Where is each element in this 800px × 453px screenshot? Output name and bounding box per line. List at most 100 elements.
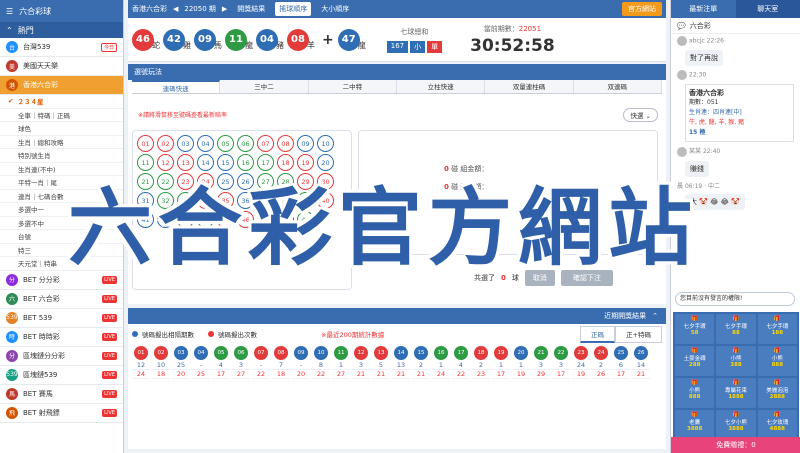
number-ball-button[interactable]: 09: [297, 135, 314, 152]
menu-icon[interactable]: ☰: [6, 7, 13, 16]
gift-item[interactable]: 🎁 美麗泡泡 2888: [757, 378, 797, 408]
recent-column: 26 14 21: [632, 346, 650, 379]
number-ball-button[interactable]: 12: [157, 154, 174, 171]
countdown-block: 當前期數：22051 30:52:58: [470, 24, 555, 56]
number-ball-button[interactable]: 11: [137, 154, 154, 171]
game-icon: 分: [6, 349, 18, 362]
sidebar-item-live[interactable]: 539 區塊鏈539 LIVE: [0, 366, 123, 385]
shared-bet-card[interactable]: 香港六合彩 期數：051 生肖連：四肖連[中] 牛, 虎, 龍, 羊, 猴, 豬…: [685, 84, 794, 142]
chevron-up-icon: ⌃: [652, 312, 658, 320]
number-ball-button[interactable]: 05: [217, 135, 234, 152]
gap-value: 3: [352, 361, 370, 370]
sidebar-item-live[interactable]: 分區塊鏈分分彩 LIVE: [0, 347, 123, 366]
number-ball-button[interactable]: 06: [237, 135, 254, 152]
tab-size-order[interactable]: 大小順序: [317, 2, 353, 16]
recent-ball: 14: [394, 346, 408, 360]
play-tab[interactable]: 双量連柱碼: [485, 80, 574, 93]
number-ball-button[interactable]: 13: [177, 154, 194, 171]
gift-item[interactable]: 🎁 小熊 888: [757, 346, 797, 376]
sidebar-sub-item[interactable]: 球色: [0, 122, 123, 136]
sidebar-sub-item[interactable]: 生肖｜總和攻略: [0, 136, 123, 149]
sidebar-item-live[interactable]: 六 BET 六合彩 LIVE: [0, 290, 123, 309]
number-ball-button[interactable]: 15: [217, 154, 234, 171]
number-ball-button[interactable]: 04: [197, 135, 214, 152]
gift-item[interactable]: 🎁 七夕手環 188: [757, 314, 797, 344]
number-ball-button[interactable]: 01: [137, 135, 154, 152]
gift-item[interactable]: 🎁 專屬花束 1888: [716, 378, 756, 408]
sidebar-hot-header[interactable]: ⌃ 熱門: [0, 22, 123, 38]
gift-item[interactable]: 🎁 七夕手環 88: [716, 314, 756, 344]
gift-item[interactable]: 🎁 七夕手環 58: [675, 314, 715, 344]
number-ball-button[interactable]: 07: [257, 135, 274, 152]
chat-bubble: 對了再說: [685, 50, 723, 66]
recent-column: 23 24 19: [572, 346, 590, 379]
sidebar-sub-item[interactable]: 特別號生肖: [0, 149, 123, 163]
sidebar-item-hk-marksix[interactable]: 港 香港六合彩: [0, 76, 123, 95]
tab-normal-numbers[interactable]: 正碼: [580, 325, 616, 343]
prev-period-icon[interactable]: ◀: [173, 5, 178, 13]
sidebar-sub-item[interactable]: 全車｜特碼｜正碼: [0, 109, 123, 122]
chat-room-bar: 💬 六合彩: [671, 18, 800, 34]
sidebar-sub-current[interactable]: ✔ ２３４星: [0, 95, 123, 109]
play-tab[interactable]: 三中二: [220, 80, 309, 93]
sidebar-item-live[interactable]: 539 BET 539 LIVE: [0, 309, 123, 328]
recent-column: 03 25 20: [172, 346, 190, 379]
official-site-button[interactable]: 官方網站: [622, 2, 662, 16]
gap-value: 14: [632, 361, 650, 370]
live-badge: LIVE: [102, 332, 117, 341]
number-ball-button[interactable]: 10: [317, 135, 334, 152]
play-tab[interactable]: 立柱快速: [396, 80, 486, 93]
sidebar-item-live[interactable]: 馬 BET 賽馬 LIVE: [0, 385, 123, 404]
sidebar-sub-item[interactable]: 生肖連(不中): [0, 163, 123, 176]
recent-column: 22 3 17: [552, 346, 570, 379]
quick-select-dropdown[interactable]: 快選 ⌄: [623, 108, 658, 122]
recent-column: 08 7 18: [272, 346, 290, 379]
recent-grid: 01 12 24 02 10 18 03 25 20 04-25 05 4 17 06 3 27 07-22 08…: [132, 346, 662, 379]
current-period: 22051: [518, 24, 542, 33]
recent-column: 16 1 24: [432, 346, 450, 379]
sidebar-item-live[interactable]: 飛 BET 射飛鏢 LIVE: [0, 404, 123, 423]
tab-normal-special[interactable]: 正+特碼: [615, 325, 662, 343]
play-tab[interactable]: 二中特: [308, 80, 397, 93]
tab-draw-order[interactable]: 搖球順序: [275, 2, 312, 16]
live-badge: LIVE: [102, 408, 117, 417]
recent-results-header[interactable]: 近期開獎結果 ⌃: [128, 308, 666, 324]
sidebar-item-taiwan539[interactable]: 台 台灣539 今日: [0, 38, 123, 57]
avatar: [677, 70, 687, 80]
free-gift-bar[interactable]: 免費贈禮：0: [671, 437, 800, 453]
play-tab[interactable]: 双連碼: [573, 80, 662, 93]
number-ball-button[interactable]: 19: [297, 154, 314, 171]
size-value: 小: [410, 40, 426, 53]
number-ball-button[interactable]: 02: [157, 135, 174, 152]
number-ball-button[interactable]: 18: [277, 154, 294, 171]
gift-item[interactable]: 🎁 小熊 888: [675, 378, 715, 408]
play-tab[interactable]: 連碼快速: [132, 80, 221, 93]
gift-item[interactable]: 🎁 老鷹 3888: [675, 410, 715, 440]
sidebar-item-usa-daily[interactable]: 美 美國天天樂: [0, 57, 123, 76]
sidebar-item-label: BET 分分彩: [23, 275, 60, 284]
gift-item[interactable]: 🎁 七夕玫瑰 4888: [757, 410, 797, 440]
result-ball: 04 豬: [256, 28, 284, 51]
number-ball-button[interactable]: 03: [177, 135, 194, 152]
tab-chat-room[interactable]: 聊天室: [735, 0, 800, 18]
gift-item[interactable]: 🎁 土豪金磚 288: [675, 346, 715, 376]
number-ball-button[interactable]: 16: [237, 154, 254, 171]
tab-draw-result[interactable]: 開獎結果: [233, 2, 269, 16]
plus-sign: +: [322, 31, 334, 48]
sidebar-item-live[interactable]: 時 BET 時時彩 LIVE: [0, 328, 123, 347]
number-ball-button[interactable]: 14: [197, 154, 214, 171]
result-ball: 09 馬: [194, 28, 222, 51]
recent-ball: 06: [234, 346, 248, 360]
number-ball-button[interactable]: 08: [277, 135, 294, 152]
tab-latest-bets[interactable]: 最新注單: [671, 0, 736, 18]
chat-input[interactable]: 您目前沒有發言的權限!: [675, 292, 795, 306]
game-icon: 六: [6, 292, 18, 305]
number-ball-button[interactable]: 17: [257, 154, 274, 171]
number-ball-button[interactable]: 20: [317, 154, 334, 171]
next-period-icon[interactable]: ▶: [222, 5, 227, 13]
recent-ball: 21: [534, 346, 548, 360]
count-value: 20: [172, 370, 190, 379]
gift-item[interactable]: 🎁 小熊 388: [716, 346, 756, 376]
gift-item[interactable]: 🎁 七夕小熊 3888: [716, 410, 756, 440]
recent-column: 01 12 24: [132, 346, 150, 379]
